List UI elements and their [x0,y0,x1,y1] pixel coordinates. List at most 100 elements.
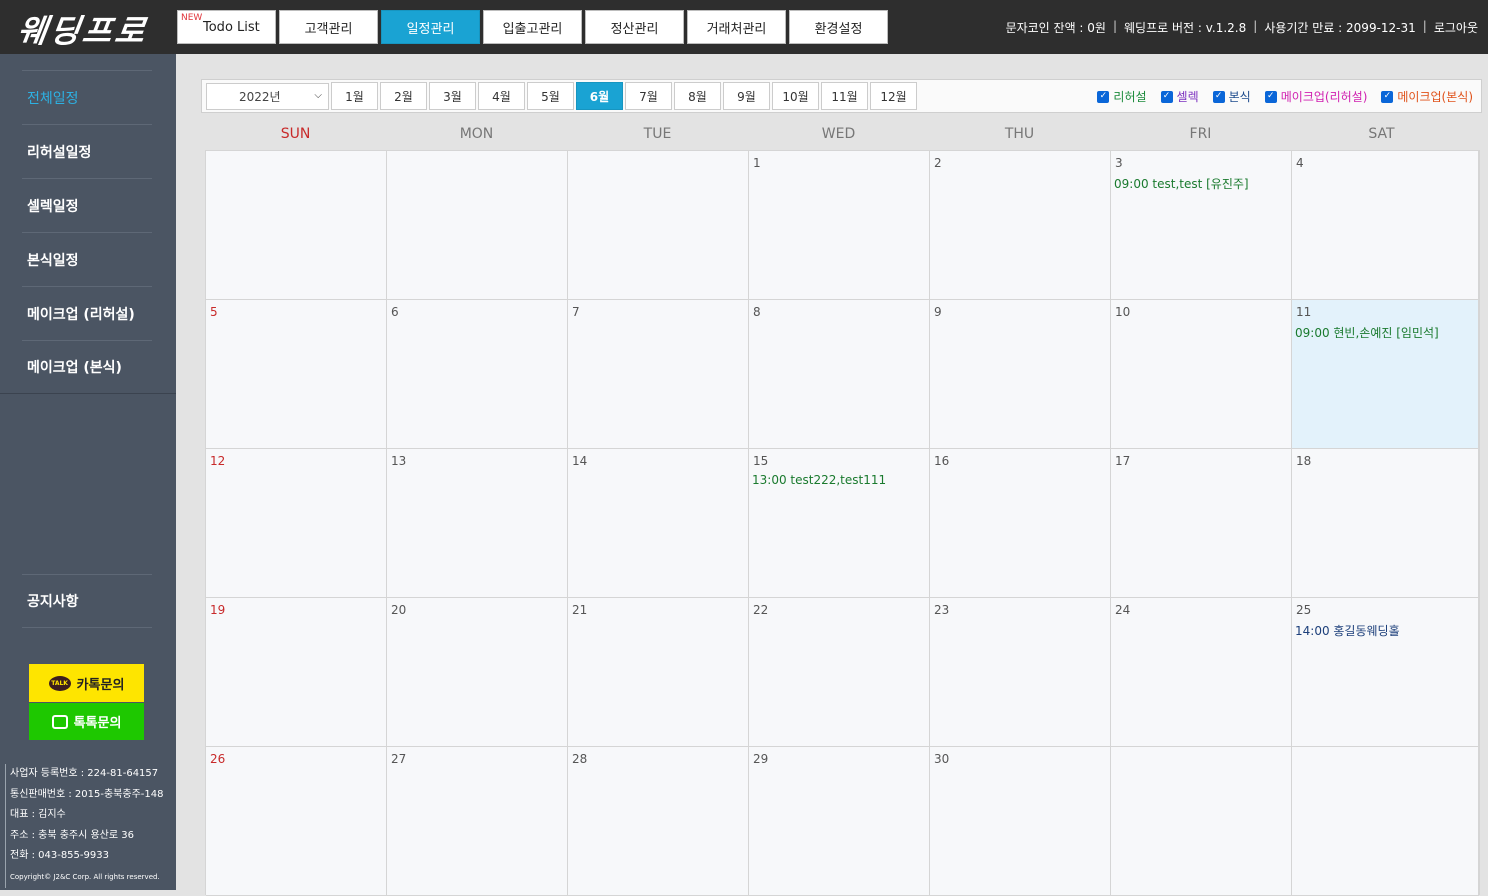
talktalk-inquiry-label: 톡톡문의 [73,716,122,731]
calendar-day-cell[interactable] [387,151,568,300]
calendar-event[interactable]: 09:00 test,test [유진주] [1114,175,1249,192]
sidebar-item[interactable]: 메이크업 (본식) [22,340,152,394]
weekday-label: SAT [1368,126,1395,142]
calendar-day-cell[interactable]: 25 14:00 홍길동웨딩홀 [1292,598,1479,747]
menu-button-label: 거래처관리 [706,21,767,37]
calendar-day-cell[interactable]: 15 13:00 test222,test111 [749,449,930,598]
menu-button[interactable]: NEW Todo List [177,10,276,44]
filter-checkbox[interactable]: ✓ 리허설 [1097,88,1147,105]
calendar-day-cell[interactable]: 23 [930,598,1111,747]
calendar-day-cell[interactable]: 12 [206,449,387,598]
calendar-day-cell[interactable]: 20 [387,598,568,747]
month-button[interactable]: 6월 [576,82,623,110]
calendar-day-cell[interactable] [206,151,387,300]
day-number: 18 [1296,454,1312,468]
kakao-inquiry-button[interactable]: TALK 카톡문의 [29,664,144,702]
calendar-day-cell[interactable]: 2 [930,151,1111,300]
month-button[interactable]: 4월 [478,82,525,110]
year-select[interactable]: 2022년 ⌵ [206,83,329,110]
day-number: 17 [1115,454,1131,468]
talktalk-inquiry-button[interactable]: 톡톡문의 [29,703,144,740]
calendar-day-cell[interactable] [568,151,749,300]
calendar-day-cell[interactable]: 21 [568,598,749,747]
day-number: 16 [934,454,950,468]
calendar-day-cell[interactable]: 7 [568,300,749,449]
calendar-day-cell[interactable]: 5 [206,300,387,449]
sidebar-item[interactable]: 전체일정 [22,70,152,124]
calendar-day-cell[interactable]: 1 [749,151,930,300]
month-button[interactable]: 2월 [380,82,427,110]
month-button[interactable]: 12월 [870,82,917,110]
checkbox-icon[interactable]: ✓ [1097,90,1110,103]
kakao-inquiry-label: 카톡문의 [76,677,125,693]
calendar-day-cell[interactable]: 9 [930,300,1111,449]
day-number: 13 [391,454,407,468]
filter-label: 셀렉 [1176,90,1199,104]
calendar-day-cell[interactable]: 11 09:00 현빈,손예진 [임민석] [1292,300,1479,449]
menu-button[interactable]: 입출고관리 [483,10,582,44]
menu-button[interactable]: 환경설정 [789,10,888,44]
calendar-day-cell[interactable]: 13 [387,449,568,598]
weekday-label: THU [1004,126,1035,142]
month-button[interactable]: 7월 [625,82,672,110]
filter-label: 본식 [1228,90,1251,104]
sidebar-item[interactable]: 리허설일정 [22,124,152,178]
calendar-day-cell[interactable]: 10 [1111,300,1292,449]
filter-checkbox[interactable]: ✓ 셀렉 [1160,88,1199,105]
header-info: 문자코인 잔액 : 0원 | 웨딩프로 버전 : v.1.2.8 | 사용기간 … [1006,19,1478,36]
calendar-day-cell[interactable]: 4 [1292,151,1479,300]
month-button[interactable]: 9월 [723,82,770,110]
menu-button[interactable]: 거래처관리 [687,10,786,44]
calendar-day-cell[interactable]: 8 [749,300,930,449]
sidebar-item[interactable]: 메이크업 (리허설) [22,286,152,340]
sidebar-item-notice[interactable]: 공지사항 [22,574,152,628]
app-logo[interactable]: 웨딩프로 [15,6,151,52]
calendar-day-cell[interactable]: 16 [930,449,1111,598]
month-button[interactable]: 3월 [429,82,476,110]
sidebar-item-label: 셀렉일정 [27,198,79,215]
calendar-day-cell[interactable]: 28 [568,747,749,896]
separator: | [1422,19,1427,33]
month-button[interactable]: 5월 [527,82,574,110]
checkbox-icon[interactable]: ✓ [1381,90,1394,103]
checkbox-icon[interactable]: ✓ [1160,90,1173,103]
menu-button[interactable]: 정산관리 [585,10,684,44]
calendar-day-cell[interactable]: 27 [387,747,568,896]
checkbox-icon[interactable]: ✓ [1264,90,1277,103]
calendar-day-cell[interactable]: 3 09:00 test,test [유진주] [1111,151,1292,300]
calendar-day-cell[interactable]: 30 [930,747,1111,896]
month-button[interactable]: 8월 [674,82,721,110]
filter-checkbox[interactable]: ✓ 본식 [1212,88,1251,105]
calendar-day-cell[interactable]: 17 [1111,449,1292,598]
day-number: 2 [934,156,942,170]
filter-checkbox[interactable]: ✓ 메이크업(본식) [1381,88,1473,105]
calendar-day-cell[interactable]: 22 [749,598,930,747]
calendar-event[interactable]: 13:00 test222,test111 [752,473,886,487]
kakao-talk-icon: TALK [48,675,71,691]
calendar-event[interactable]: 14:00 홍길동웨딩홀 [1295,622,1400,639]
checkbox-icon[interactable]: ✓ [1212,90,1225,103]
calendar-day-cell[interactable] [1292,747,1479,896]
calendar-day-cell[interactable]: 6 [387,300,568,449]
calendar-day-cell[interactable]: 24 [1111,598,1292,747]
calendar-day-cell[interactable]: 29 [749,747,930,896]
menu-button[interactable]: 고객관리 [279,10,378,44]
calendar-event[interactable]: 09:00 현빈,손예진 [임민석] [1295,324,1439,341]
calendar-day-cell[interactable]: 19 [206,598,387,747]
day-number: 11 [1296,305,1312,319]
calendar-day-cell[interactable]: 14 [568,449,749,598]
sidebar-item[interactable]: 본식일정 [22,232,152,286]
company-address: 주소 : 충북 충주시 용산로 36 [5,825,163,847]
menu-button[interactable]: 일정관리 [381,10,480,44]
weekday-label: TUE [643,126,672,142]
month-button[interactable]: 11월 [821,82,868,110]
month-button[interactable]: 10월 [772,82,819,110]
calendar-day-cell[interactable]: 26 [206,747,387,896]
calendar-day-cell[interactable]: 18 [1292,449,1479,598]
day-number: 5 [210,305,218,319]
logout-link[interactable]: 로그아웃 [1434,19,1478,36]
month-button[interactable]: 1월 [331,82,378,110]
sidebar-item[interactable]: 셀렉일정 [22,178,152,232]
calendar-day-cell[interactable] [1111,747,1292,896]
filter-checkbox[interactable]: ✓ 메이크업(리허설) [1264,88,1367,105]
